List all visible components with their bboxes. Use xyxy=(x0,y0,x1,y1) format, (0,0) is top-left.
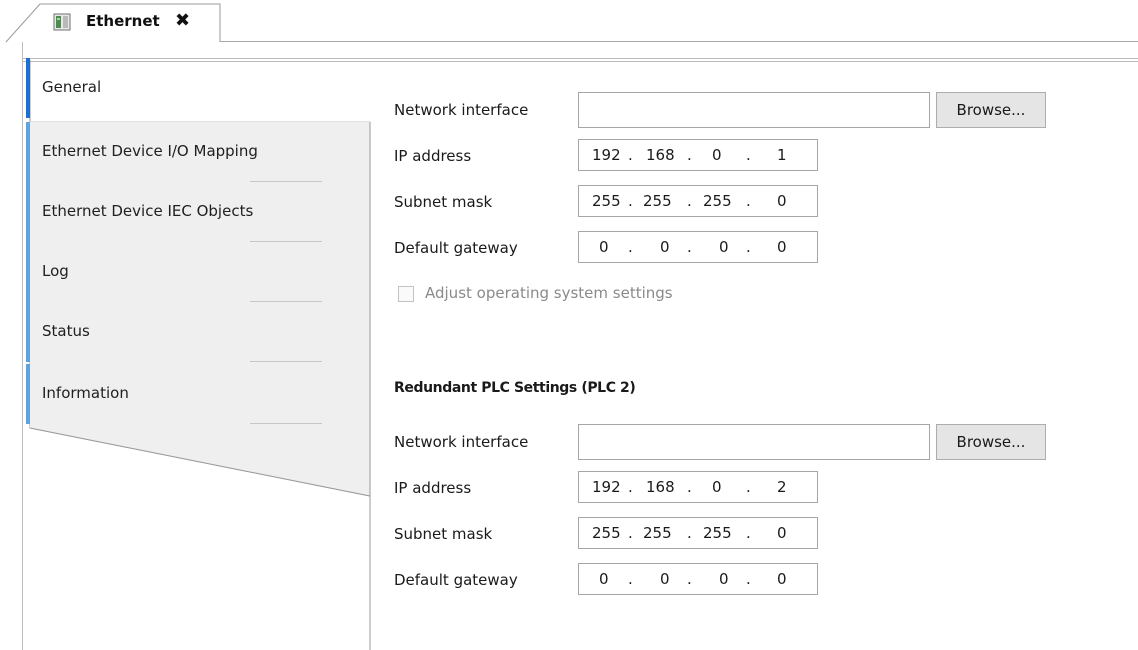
gateway-octet-1: 0 xyxy=(599,570,609,588)
gateway-octet-2: 0 xyxy=(660,238,670,256)
tab-accent xyxy=(26,302,30,362)
subnet-octet-3: 255 xyxy=(703,192,732,210)
tab-title: Ethernet xyxy=(86,12,160,30)
default-gateway-label-plc2: Default gateway xyxy=(394,571,518,589)
ip-dot: . xyxy=(628,478,633,496)
ip-dot: . xyxy=(687,192,692,210)
ethernet-device-icon xyxy=(53,13,71,31)
tab-accent xyxy=(26,122,30,182)
tab-label: Ethernet Device I/O Mapping xyxy=(42,142,258,160)
ip-octet-3: 0 xyxy=(712,146,722,164)
gateway-octet-2: 0 xyxy=(660,570,670,588)
tab-status[interactable]: Status xyxy=(26,302,330,362)
ip-octet-4: 2 xyxy=(777,478,787,496)
ip-dot: . xyxy=(687,478,692,496)
ip-octet-2: 168 xyxy=(646,146,675,164)
tab-io-mapping[interactable]: Ethernet Device I/O Mapping xyxy=(26,122,330,182)
subnet-octet-4: 0 xyxy=(777,192,787,210)
ip-dot: . xyxy=(628,238,633,256)
tab-label: Information xyxy=(42,384,129,402)
tab-log[interactable]: Log xyxy=(26,242,330,302)
ip-address-field[interactable]: 192 . 168 . 0 . 1 xyxy=(578,139,818,171)
ip-dot: . xyxy=(687,146,692,164)
tab-label: Status xyxy=(42,322,90,340)
tab-separator xyxy=(250,361,322,362)
subnet-octet-2: 255 xyxy=(643,524,672,542)
subnet-mask-field-plc2[interactable]: 255 . 255 . 255 . 0 xyxy=(578,517,818,549)
ip-dot: . xyxy=(687,570,692,588)
network-interface-label: Network interface xyxy=(394,101,529,119)
gateway-octet-3: 0 xyxy=(719,238,729,256)
tab-ethernet[interactable]: Ethernet ✖ xyxy=(0,0,240,43)
ip-octet-4: 1 xyxy=(777,146,787,164)
tab-label: Ethernet Device IEC Objects xyxy=(42,202,254,220)
default-gateway-label: Default gateway xyxy=(394,239,518,257)
editor-tab-strip: Ethernet ✖ xyxy=(0,0,1138,43)
tab-label: Log xyxy=(42,262,69,280)
network-interface-field-plc2[interactable] xyxy=(578,424,930,460)
adjust-os-label: Adjust operating system settings xyxy=(425,284,673,302)
subnet-octet-1: 255 xyxy=(592,524,621,542)
ip-dot: . xyxy=(746,570,751,588)
redundant-plc-section-title: Redundant PLC Settings (PLC 2) xyxy=(394,380,636,396)
subnet-mask-field[interactable]: 255 . 255 . 255 . 0 xyxy=(578,185,818,217)
tab-iec-objects[interactable]: Ethernet Device IEC Objects xyxy=(26,182,330,242)
ip-dot: . xyxy=(687,524,692,542)
browse-button[interactable]: Browse... xyxy=(936,92,1046,128)
ip-dot: . xyxy=(746,524,751,542)
tab-accent xyxy=(26,58,30,118)
subnet-octet-2: 255 xyxy=(643,192,672,210)
gateway-octet-1: 0 xyxy=(599,238,609,256)
tab-separator xyxy=(250,423,322,424)
default-gateway-field-plc2[interactable]: 0 . 0 . 0 . 0 xyxy=(578,563,818,595)
ip-dot: . xyxy=(746,238,751,256)
ip-address-field-plc2[interactable]: 192 . 168 . 0 . 2 xyxy=(578,471,818,503)
subnet-mask-label: Subnet mask xyxy=(394,193,493,211)
subnet-mask-label-plc2: Subnet mask xyxy=(394,525,493,543)
network-interface-label-plc2: Network interface xyxy=(394,433,529,451)
tab-information[interactable]: Information xyxy=(26,364,330,424)
ip-address-label: IP address xyxy=(394,147,472,165)
browse-button-plc2[interactable]: Browse... xyxy=(936,424,1046,460)
gateway-octet-4: 0 xyxy=(777,570,787,588)
ip-dot: . xyxy=(628,524,633,542)
ip-octet-2: 168 xyxy=(646,478,675,496)
ip-dot: . xyxy=(687,238,692,256)
ip-dot: . xyxy=(628,146,633,164)
ip-dot: . xyxy=(746,478,751,496)
adjust-os-checkbox[interactable] xyxy=(398,286,414,302)
default-gateway-field[interactable]: 0 . 0 . 0 . 0 xyxy=(578,231,818,263)
ip-dot: . xyxy=(628,192,633,210)
ip-dot: . xyxy=(746,146,751,164)
ip-dot: . xyxy=(628,570,633,588)
subnet-octet-1: 255 xyxy=(592,192,621,210)
ip-dot: . xyxy=(746,192,751,210)
ip-octet-1: 192 xyxy=(592,146,621,164)
subnet-octet-4: 0 xyxy=(777,524,787,542)
subnet-octet-3: 255 xyxy=(703,524,732,542)
tab-general[interactable]: General xyxy=(26,58,330,118)
tab-accent xyxy=(26,182,30,242)
ip-octet-1: 192 xyxy=(592,478,621,496)
ip-address-label-plc2: IP address xyxy=(394,479,472,497)
close-icon[interactable]: ✖ xyxy=(175,10,190,31)
tab-accent xyxy=(26,364,30,424)
tab-label: General xyxy=(42,78,102,96)
gateway-octet-3: 0 xyxy=(719,570,729,588)
tab-accent xyxy=(26,242,30,302)
gateway-octet-4: 0 xyxy=(777,238,787,256)
ip-octet-3: 0 xyxy=(712,478,722,496)
network-interface-field[interactable] xyxy=(578,92,930,128)
